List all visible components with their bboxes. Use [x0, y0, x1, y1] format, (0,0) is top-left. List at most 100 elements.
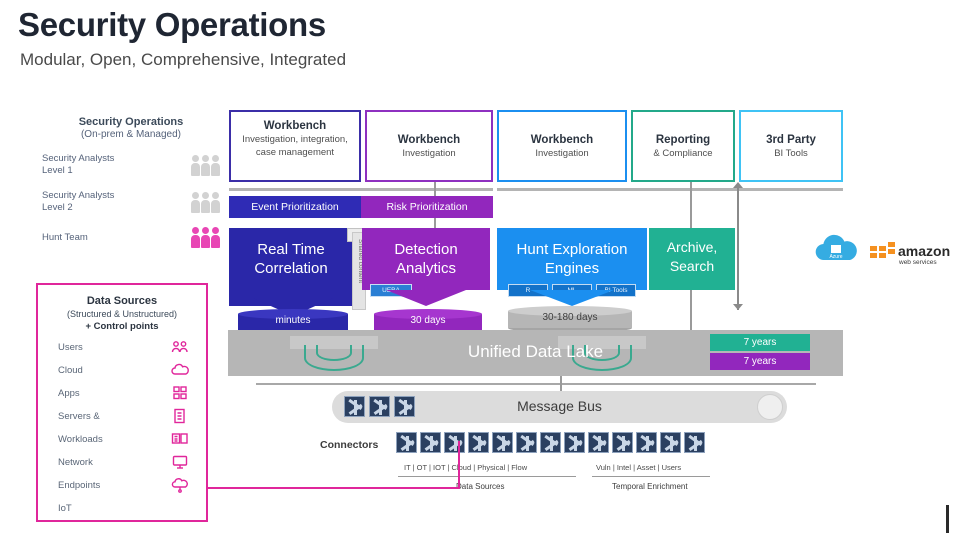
- connector-icon[interactable]: [396, 432, 417, 453]
- connectors-row: [396, 432, 705, 453]
- page-title: Security Operations: [18, 6, 326, 43]
- funnel-hunt: [530, 290, 614, 306]
- connector-icon[interactable]: [540, 432, 561, 453]
- data-source-item-network[interactable]: Network: [58, 454, 190, 470]
- workbench-box-2[interactable]: Workbench Investigation: [365, 110, 493, 182]
- users-icon: [170, 339, 190, 355]
- connector-icon[interactable]: [636, 432, 657, 453]
- data-source-label: Workloads: [58, 433, 103, 445]
- legend-row-analysts-level2: Security Analysts Level 2: [42, 190, 220, 214]
- connector-icon[interactable]: [564, 432, 585, 453]
- retention-badge-purple: 7 years: [710, 353, 810, 370]
- connector-icon[interactable]: [420, 432, 441, 453]
- azure-logo: Azure: [812, 234, 860, 268]
- workbench-title: Workbench: [530, 134, 594, 146]
- workbench-box-3[interactable]: Workbench Investigation: [497, 110, 627, 182]
- iot-icon: [170, 500, 190, 516]
- apps-grid-icon: [170, 385, 190, 401]
- workbench-box-1[interactable]: Workbench Investigation, integration, ca…: [229, 110, 361, 182]
- aws-logo: amazon web services: [866, 238, 952, 268]
- engine-name-line1: Real Time: [257, 241, 325, 258]
- corner-tick-mark: [946, 505, 949, 533]
- data-source-item-workloads[interactable]: Workloads: [58, 431, 190, 447]
- legend-label-analysts-level2: Security Analysts Level 2: [42, 190, 191, 214]
- connector-icon[interactable]: [660, 432, 681, 453]
- workbench-title: Workbench: [397, 134, 461, 146]
- rail-right: [497, 188, 843, 191]
- data-source-label: Apps: [58, 387, 80, 399]
- retention-label: 30-180 days: [542, 312, 598, 323]
- legend-line1: Security Analysts: [42, 190, 115, 201]
- connectors-label: Connectors: [320, 439, 379, 451]
- engine-detection-analytics[interactable]: Detection Analytics UEBA: [362, 228, 490, 297]
- connectors-right-group-labels: Vuln | Intel | Asset | Users: [596, 463, 682, 472]
- connector-icon[interactable]: [612, 432, 633, 453]
- svg-text:amazon: amazon: [898, 243, 950, 259]
- engine-hunt-exploration[interactable]: Hunt Exploration Engines R ML BI Tools: [497, 228, 647, 297]
- funnel-detection: [386, 290, 466, 306]
- connectors-left-caption: Data Sources: [456, 482, 505, 491]
- connector-icon[interactable]: [588, 432, 609, 453]
- legend-row-hunt-team: Hunt Team: [42, 227, 220, 248]
- legend-label-analysts-level1: Security Analysts Level 1: [42, 153, 191, 177]
- data-source-label: Network: [58, 456, 93, 468]
- data-sources-subtitle: (Structured & Unstructured): [66, 309, 178, 319]
- retention-badge-teal: 7 years: [710, 334, 810, 351]
- data-source-label: Endpoints: [58, 479, 101, 491]
- retention-label: 30 days: [410, 315, 446, 326]
- message-bus-knob[interactable]: [757, 394, 783, 420]
- connector-icon[interactable]: [492, 432, 513, 453]
- engine-name-line1: Archive,: [666, 239, 718, 255]
- monitor-icon: [170, 454, 190, 470]
- people-icon-hunt: [191, 227, 220, 248]
- risk-prioritization-bar[interactable]: Risk Prioritization: [361, 196, 493, 218]
- people-icon: [191, 191, 220, 213]
- third-party-box[interactable]: 3rd Party BI Tools: [739, 110, 843, 182]
- data-source-item-endpoints[interactable]: Endpoints: [58, 477, 190, 493]
- data-source-item-cloud[interactable]: Cloud: [58, 362, 190, 378]
- connector-icon[interactable]: [516, 432, 537, 453]
- security-operations-legend: Security Operations (On-prem & Managed) …: [42, 116, 220, 248]
- legend-title: Security Operations: [78, 116, 184, 128]
- engine-name-line1: Detection: [394, 241, 458, 258]
- event-prioritization-bar[interactable]: Event Prioritization: [229, 196, 361, 218]
- people-icon: [191, 154, 220, 176]
- lake-bottom-rule: [256, 383, 816, 385]
- data-source-item-iot[interactable]: IoT: [58, 500, 190, 516]
- diagram-canvas: Security Operations Modular, Open, Compr…: [0, 0, 974, 541]
- legend-line2: Level 2: [42, 202, 73, 213]
- data-source-item-servers[interactable]: Servers &: [58, 408, 190, 424]
- lake-bus-connector: [560, 376, 562, 392]
- engine-real-time-correlation[interactable]: Real Time Correlation: [229, 228, 353, 306]
- message-bus[interactable]: Message Bus: [332, 391, 787, 423]
- connectors-right-rule: [592, 476, 710, 477]
- legend-subtitle: (On-prem & Managed): [80, 129, 182, 140]
- rail-left: [229, 188, 493, 191]
- connectors-left-group-labels: IT | OT | IOT | Cloud | Physical | Flow: [404, 463, 528, 472]
- connector-icon[interactable]: [444, 432, 465, 453]
- data-sources-title: Data Sources: [86, 295, 158, 307]
- data-source-item-users[interactable]: Users: [58, 339, 190, 355]
- reporting-box[interactable]: Reporting & Compliance: [631, 110, 735, 182]
- legend-label-hunt-team: Hunt Team: [42, 231, 88, 243]
- connector-icon[interactable]: [684, 432, 705, 453]
- connector-icon[interactable]: [468, 432, 489, 453]
- data-source-item-apps[interactable]: Apps: [58, 385, 190, 401]
- data-source-label: Cloud: [58, 364, 83, 376]
- svg-text:web services: web services: [898, 259, 937, 266]
- legend-line2: Level 1: [42, 165, 73, 176]
- workbench-subtitle: Investigation, integration, case managem…: [242, 134, 348, 158]
- engine-name-line2: Engines: [544, 260, 600, 277]
- workload-icon: [170, 431, 190, 447]
- endpoint-cloud-icon: [170, 477, 190, 493]
- reporting-subtitle: & Compliance: [653, 148, 713, 159]
- data-sources-link-line: [208, 487, 460, 489]
- connectors-left-rule: [398, 476, 576, 477]
- workbench-subtitle: Investigation: [535, 148, 589, 159]
- engine-archive-search[interactable]: Archive, Search: [649, 228, 735, 290]
- engine-name-line2: Correlation: [254, 260, 328, 277]
- data-source-label: IoT: [58, 502, 72, 514]
- data-sources-panel: Data Sources (Structured & Unstructured)…: [36, 283, 208, 522]
- data-source-label: Servers &: [58, 410, 100, 422]
- svg-text:Azure: Azure: [829, 254, 842, 260]
